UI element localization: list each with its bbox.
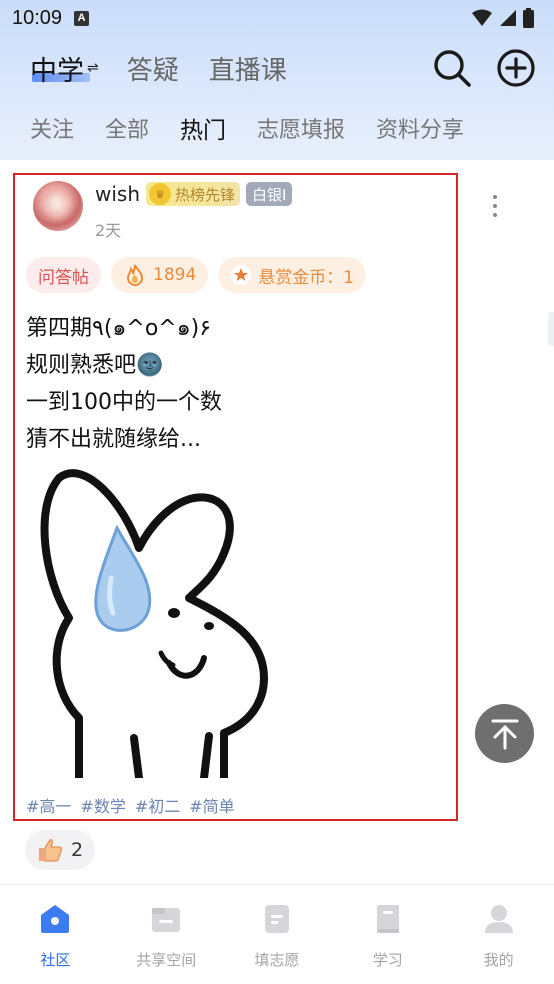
shared-space-icon xyxy=(152,908,181,932)
thumbs-up-icon xyxy=(39,839,62,862)
wifi-icon xyxy=(472,9,492,26)
profile-icon xyxy=(484,905,513,933)
nav-profile[interactable]: 我的 xyxy=(443,885,554,984)
reward-tag: 悬赏金币：1 xyxy=(218,257,367,293)
scroll-indicator xyxy=(548,312,554,346)
post-text-line: 猜不出就随缘给... xyxy=(26,427,201,452)
nav-label: 共享空间 xyxy=(136,951,197,969)
nav-label: 学习 xyxy=(372,951,403,969)
post-author-row: wish ♛ 热榜先锋 白银I xyxy=(95,179,293,209)
battery-icon xyxy=(523,8,534,28)
header-tabs: 中学 ⇌ 答疑 直播课 xyxy=(30,46,317,90)
nav-label: 我的 xyxy=(483,951,514,969)
nav-application[interactable]: 填志愿 xyxy=(222,885,333,984)
sub-tab-all[interactable]: 全部 xyxy=(105,112,149,144)
back-to-top-button[interactable] xyxy=(475,704,534,763)
hot-list-badge: ♛ 热榜先锋 xyxy=(146,182,241,206)
post-card[interactable]: wish ♛ 热榜先锋 白银I 2天 问答帖 1894 悬赏金币：1 第四期٩(… xyxy=(13,173,458,821)
bottom-nav: 社区 共享空间 填志愿 学习 我的 xyxy=(0,884,554,984)
post-type-tag[interactable]: 问答帖 xyxy=(26,257,101,293)
like-count: 2 xyxy=(71,839,84,861)
sub-tab-follow[interactable]: 关注 xyxy=(30,112,74,144)
post-image-bunny[interactable] xyxy=(39,468,269,778)
add-circle-icon xyxy=(497,49,535,87)
stage-switcher[interactable]: 中学 ⇌ xyxy=(30,49,99,88)
hashtag[interactable]: #初二 xyxy=(135,793,180,817)
heat-count: 1894 xyxy=(153,265,197,285)
coin-star-icon xyxy=(231,265,252,285)
application-form-icon xyxy=(264,905,289,933)
sub-tabs: 关注 全部 热门 志愿填报 资料分享 xyxy=(30,110,464,146)
post-text-line: 第四期٩(๑^o^๑)۶ xyxy=(26,316,212,341)
status-bar: 10:09 A xyxy=(0,0,554,36)
signal-icon xyxy=(500,10,516,26)
create-post-button[interactable] xyxy=(496,48,536,88)
post-text-line: 一到100中的一个数 xyxy=(26,390,222,415)
book-icon xyxy=(376,905,399,933)
tab-live-class[interactable]: 直播课 xyxy=(209,50,287,87)
nav-label: 社区 xyxy=(40,951,71,969)
nav-study[interactable]: 学习 xyxy=(332,885,443,984)
tab-qa[interactable]: 答疑 xyxy=(127,50,179,87)
search-icon xyxy=(434,50,471,87)
nav-shared-space[interactable]: 共享空间 xyxy=(111,885,222,984)
status-indicators xyxy=(471,8,534,28)
notification-icon: A xyxy=(74,10,90,26)
post-meta-tags: 问答帖 1894 悬赏金币：1 xyxy=(26,257,367,293)
stage-label: 中学 xyxy=(30,55,84,87)
flame-icon xyxy=(126,264,144,286)
hashtag[interactable]: #数学 xyxy=(80,793,125,817)
hashtags: #高一 #数学 #初二 #简单 xyxy=(26,793,235,817)
post-text-line: 规则熟悉吧🌚 xyxy=(26,353,164,378)
nav-label: 填志愿 xyxy=(254,951,300,969)
avatar[interactable] xyxy=(33,181,83,231)
sub-tab-resources[interactable]: 资料分享 xyxy=(376,112,464,144)
medal-icon: ♛ xyxy=(149,183,172,205)
post-time: 2天 xyxy=(95,221,122,240)
sub-tab-applications[interactable]: 志愿填报 xyxy=(257,112,345,144)
hashtag[interactable]: #简单 xyxy=(189,793,234,817)
arrow-to-top-icon xyxy=(491,719,518,749)
search-button[interactable] xyxy=(432,48,472,88)
level-badge: 白银I xyxy=(246,182,293,206)
more-options-icon[interactable] xyxy=(488,192,502,220)
status-time: 10:09 xyxy=(12,6,63,29)
like-button[interactable]: 2 xyxy=(25,830,96,870)
header-actions xyxy=(432,48,536,88)
heat-tag: 1894 xyxy=(111,257,209,293)
hashtag[interactable]: #高一 xyxy=(26,793,71,817)
nav-community[interactable]: 社区 xyxy=(0,885,111,984)
reward-label: 悬赏金币：1 xyxy=(258,267,355,288)
username[interactable]: wish xyxy=(95,182,140,206)
sub-tab-hot[interactable]: 热门 xyxy=(180,111,226,145)
hot-badge-label: 热榜先锋 xyxy=(175,185,236,204)
community-icon xyxy=(41,905,70,933)
post-body: 第四期٩(๑^o^๑)۶ 规则熟悉吧🌚 一到100中的一个数 猜不出就随缘给..… xyxy=(26,310,446,458)
